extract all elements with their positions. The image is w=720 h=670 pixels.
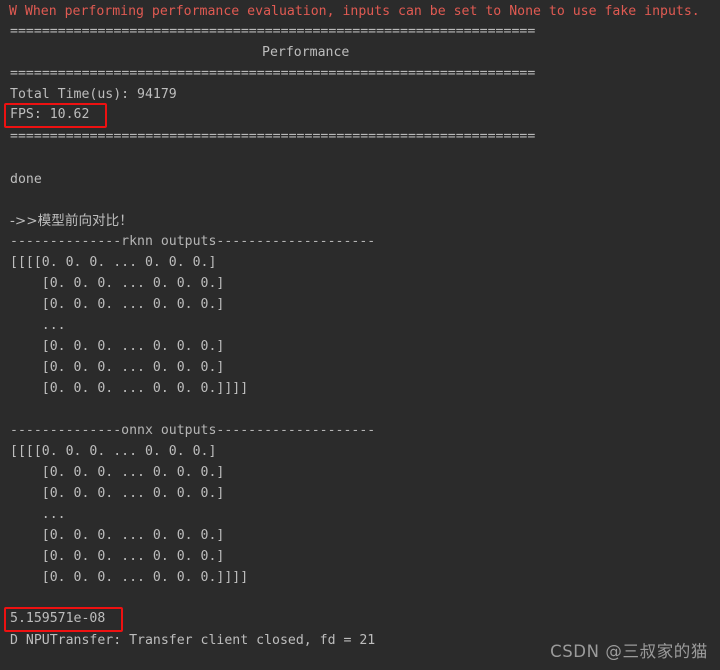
rknn-array-row: [0. 0. 0. ... 0. 0. 0.]: [10, 297, 225, 312]
fps-line: FPS: 10.62: [10, 107, 90, 122]
csdn-watermark: CSDN @三叔家的猫: [550, 642, 708, 661]
compare-heading-line: ->>模型前向对比！: [10, 213, 133, 229]
separator-top: ========================================…: [10, 24, 536, 39]
onnx-array-row: [0. 0. 0. ... 0. 0. 0.]: [10, 465, 225, 480]
rknn-array-row: [[[[0. 0. 0. ... 0. 0. 0.]: [10, 255, 217, 270]
rknn-array-row: [0. 0. 0. ... 0. 0. 0.]]]]: [10, 381, 249, 396]
done-line: done: [10, 172, 42, 187]
onnx-array-row: [0. 0. 0. ... 0. 0. 0.]: [10, 486, 225, 501]
onnx-array-row: [0. 0. 0. ... 0. 0. 0.]]]]: [10, 570, 249, 585]
total-time-line: Total Time(us): 94179: [10, 87, 177, 102]
onnx-array-row: [[[[0. 0. 0. ... 0. 0. 0.]: [10, 444, 217, 459]
diff-value-line: 5.159571e-08: [10, 611, 106, 626]
performance-heading: Performance: [262, 45, 350, 60]
rknn-array-row: [0. 0. 0. ... 0. 0. 0.]: [10, 339, 225, 354]
terminal-window[interactable]: W When performing performance evaluation…: [0, 0, 720, 670]
onnx-outputs-header: --------------onnx outputs--------------…: [10, 423, 376, 438]
npu-transfer-line: D NPUTransfer: Transfer client closed, f…: [10, 633, 376, 648]
separator-bottom: ========================================…: [10, 129, 536, 144]
rknn-array-row: [0. 0. 0. ... 0. 0. 0.]: [10, 276, 225, 291]
warning-line: W When performing performance evaluation…: [9, 4, 700, 19]
rknn-outputs-header: --------------rknn outputs--------------…: [10, 234, 376, 249]
onnx-array-row: [0. 0. 0. ... 0. 0. 0.]: [10, 549, 225, 564]
onnx-array-ellipsis: ...: [10, 507, 66, 522]
rknn-array-ellipsis: ...: [10, 318, 66, 333]
onnx-array-row: [0. 0. 0. ... 0. 0. 0.]: [10, 528, 225, 543]
rknn-array-row: [0. 0. 0. ... 0. 0. 0.]: [10, 360, 225, 375]
separator-middle: ========================================…: [10, 66, 536, 81]
